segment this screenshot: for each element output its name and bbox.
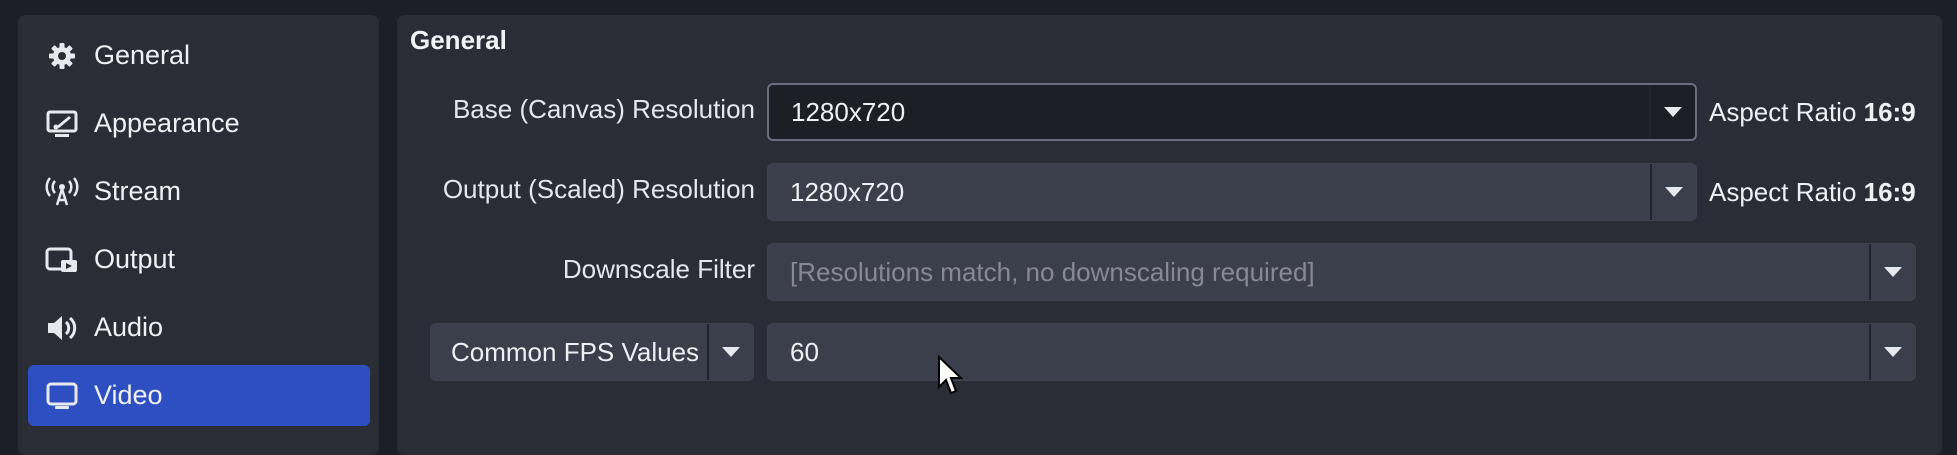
sidebar-item-output[interactable]: Output (28, 229, 370, 290)
downscale-filter-label: Downscale Filter (562, 254, 755, 284)
output-resolution-value: 1280x720 (790, 176, 905, 207)
video-settings-panel: General Base (Canvas) Resolution 1280x72… (397, 15, 1942, 455)
sidebar-item-label: Audio (94, 312, 164, 342)
mouse-cursor-icon (938, 355, 963, 395)
sidebar-item-label: Video (94, 380, 163, 410)
base-resolution-label: Base (Canvas) Resolution (452, 94, 755, 124)
output-icon (44, 242, 80, 278)
chevron-down-icon[interactable] (707, 324, 753, 380)
aspect-ratio-label: Aspect Ratio (1709, 177, 1857, 207)
sidebar-item-stream[interactable]: Stream (28, 161, 370, 222)
output-resolution-label: Output (Scaled) Resolution (442, 174, 755, 204)
aspect-ratio-value: 16:9 (1863, 97, 1916, 127)
gear-icon (44, 38, 80, 74)
aspect-ratio-value: 16:9 (1863, 177, 1916, 207)
output-resolution-combo[interactable]: 1280x720 (767, 163, 1697, 221)
sidebar-item-appearance[interactable]: Appearance (28, 93, 370, 154)
chevron-down-icon[interactable] (1869, 244, 1915, 300)
fps-type-combo[interactable]: Common FPS Values (430, 323, 754, 381)
base-aspect-ratio: Aspect Ratio 16:9 (1709, 97, 1916, 128)
chevron-down-icon[interactable] (1649, 85, 1695, 139)
fps-value: 60 (790, 336, 819, 367)
section-title: General (410, 25, 507, 55)
fps-type-value: Common FPS Values (451, 336, 700, 367)
sidebar-item-video[interactable]: Video (28, 365, 370, 426)
sidebar-item-label: Output (94, 244, 176, 274)
chevron-down-icon[interactable] (1650, 164, 1696, 220)
downscale-filter-value: [Resolutions match, no downscaling requi… (790, 256, 1315, 287)
base-resolution-combo[interactable]: 1280x720 (767, 83, 1697, 141)
monitor-icon (44, 378, 80, 414)
aspect-ratio-label: Aspect Ratio (1709, 97, 1857, 127)
chevron-down-icon[interactable] (1869, 324, 1915, 380)
base-resolution-value: 1280x720 (791, 96, 906, 127)
speaker-icon (44, 310, 80, 346)
appearance-icon (44, 106, 80, 142)
sidebar-item-label: General (94, 40, 191, 70)
antenna-icon (44, 174, 80, 210)
sidebar-item-label: Appearance (94, 108, 240, 138)
sidebar-item-label: Stream (94, 176, 182, 206)
sidebar-item-general[interactable]: General (28, 25, 370, 86)
output-aspect-ratio: Aspect Ratio 16:9 (1709, 177, 1916, 208)
downscale-filter-combo[interactable]: [Resolutions match, no downscaling requi… (767, 243, 1916, 301)
sidebar-item-audio[interactable]: Audio (28, 297, 370, 358)
settings-sidebar: General Appearance Stream Output Audio V… (18, 15, 379, 455)
